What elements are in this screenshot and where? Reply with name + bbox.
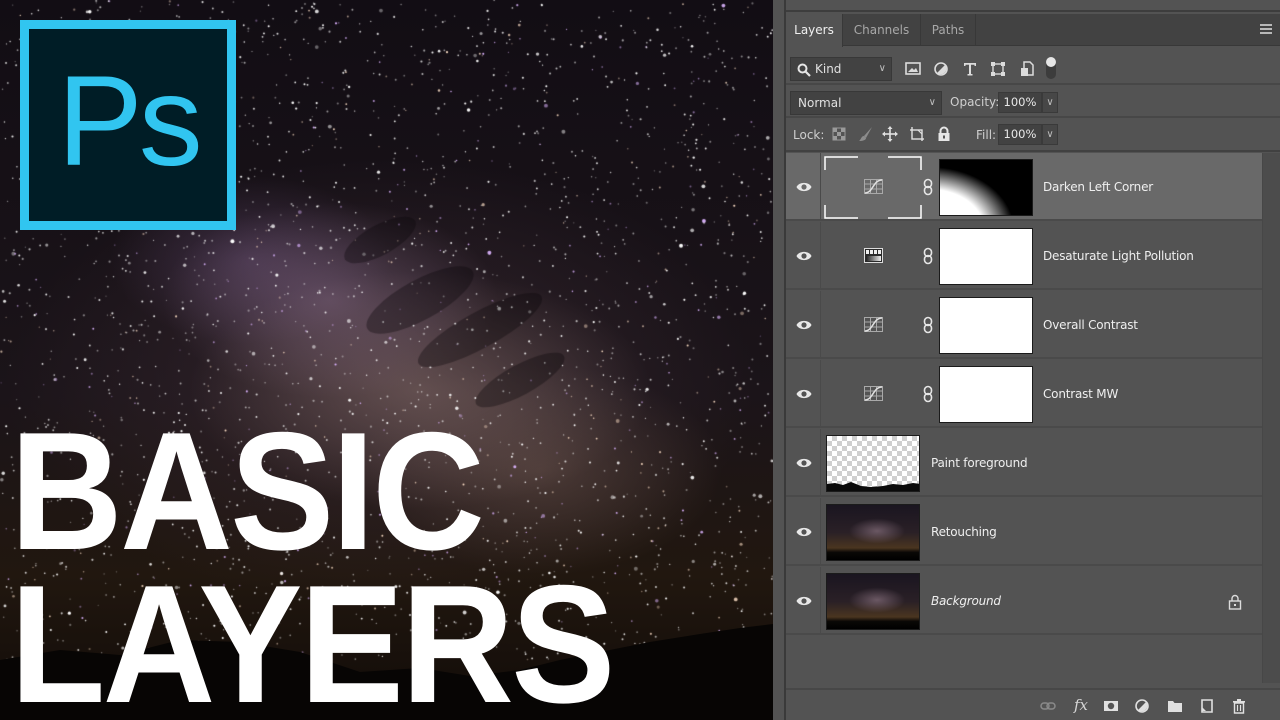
layer-style-fx-icon[interactable]: fx <box>1074 696 1088 714</box>
curves-adjustment-icon <box>864 317 883 332</box>
new-group-icon[interactable] <box>1167 698 1183 714</box>
layers-scrollbar[interactable] <box>1262 153 1280 683</box>
layer-mask-thumbnail[interactable] <box>939 159 1033 216</box>
chevron-down-icon: ∨ <box>928 97 936 108</box>
opacity-label: Opacity: <box>950 95 1000 109</box>
visibility-column <box>786 360 821 426</box>
visibility-column <box>786 291 821 357</box>
layer-mask-thumbnail[interactable] <box>939 366 1033 423</box>
curves-adjustment-icon <box>864 179 883 194</box>
title-line-layers: LAYERS <box>10 550 615 720</box>
blend-row: Normal ∨ Opacity: 100% ∨ <box>786 85 1280 118</box>
layer-name[interactable]: Overall Contrast <box>1043 318 1138 332</box>
add-mask-icon[interactable] <box>1103 698 1119 714</box>
night-sky-photo: Ps BASIC LAYERS <box>0 0 773 720</box>
tab-channels[interactable]: Channels <box>843 14 921 46</box>
layer-name[interactable]: Paint foreground <box>931 456 1028 470</box>
link-layers-icon[interactable] <box>1040 698 1056 714</box>
layer-name[interactable]: Contrast MW <box>1043 387 1118 401</box>
layer-name[interactable]: Darken Left Corner <box>1043 180 1153 194</box>
opacity-dropdown-button[interactable]: ∨ <box>1042 92 1058 113</box>
mask-link-icon[interactable] <box>923 316 933 334</box>
filter-toggle-icon[interactable] <box>1044 55 1058 81</box>
layer-thumbnail[interactable] <box>826 435 920 492</box>
fill-input[interactable]: 100% <box>998 124 1042 145</box>
curves-adjustment-icon <box>864 386 883 401</box>
eye-icon[interactable] <box>796 319 812 331</box>
layer-row-overall-contrast[interactable]: Overall Contrast <box>786 291 1262 359</box>
tab-layers[interactable]: Layers <box>786 14 843 47</box>
logo-text: Ps <box>57 50 202 193</box>
lock-image-pixels-icon[interactable] <box>858 126 874 142</box>
type-layer-filter-icon[interactable] <box>961 60 979 78</box>
lock-artboard-icon[interactable] <box>909 126 925 142</box>
layer-filter-row: Kind ∨ <box>786 47 1280 85</box>
adjustment-layer-filter-icon[interactable] <box>932 60 950 78</box>
eye-icon[interactable] <box>796 388 812 400</box>
visibility-column <box>786 498 821 564</box>
layer-mask-thumbnail[interactable] <box>939 297 1033 354</box>
pixel-layer-filter-icon[interactable] <box>904 60 922 78</box>
eye-icon[interactable] <box>796 457 812 469</box>
visibility-column <box>786 153 821 219</box>
layer-name[interactable]: Desaturate Light Pollution <box>1043 249 1194 263</box>
chevron-down-icon: ∨ <box>878 63 886 74</box>
mask-link-icon[interactable] <box>923 247 933 265</box>
layer-row-contrast-mw[interactable]: Contrast MW <box>786 360 1262 428</box>
eye-icon[interactable] <box>796 181 812 193</box>
visibility-column <box>786 222 821 288</box>
layers-panel: Layers Channels Paths Kind ∨ Normal ∨ Op… <box>786 0 1280 720</box>
layer-row-paint-foreground[interactable]: Paint foreground <box>786 429 1262 497</box>
eye-icon[interactable] <box>796 595 812 607</box>
panel-footer: fx <box>786 688 1280 720</box>
new-fill-adjustment-icon[interactable] <box>1134 698 1150 714</box>
panel-tab-bar: Layers Channels Paths <box>786 14 1280 47</box>
layer-thumbnail[interactable] <box>826 573 920 630</box>
search-icon <box>797 63 811 77</box>
panel-top-strip <box>786 0 1280 12</box>
layer-row-darken-left-corner[interactable]: Darken Left Corner <box>786 153 1262 221</box>
layer-lock-icon[interactable] <box>1228 594 1242 610</box>
blend-mode-dropdown[interactable]: Normal ∨ <box>790 91 942 115</box>
foreground-silhouette <box>827 482 919 491</box>
tab-paths[interactable]: Paths <box>921 14 976 46</box>
layer-row-background[interactable]: Background <box>786 567 1262 635</box>
layer-thumbnail[interactable] <box>826 504 920 561</box>
layer-mask-thumbnail[interactable] <box>939 228 1033 285</box>
layer-name[interactable]: Retouching <box>931 525 997 539</box>
filter-kind-label: Kind <box>815 62 842 76</box>
fill-label: Fill: <box>976 128 997 142</box>
photoshop-logo: Ps <box>20 20 236 230</box>
mask-link-icon[interactable] <box>923 178 933 196</box>
visibility-column <box>786 429 821 495</box>
smart-object-filter-icon[interactable] <box>1018 60 1036 78</box>
panel-gutter <box>773 0 786 720</box>
lock-transparent-pixels-icon[interactable] <box>831 126 847 142</box>
eye-icon[interactable] <box>796 526 812 538</box>
lock-row: Lock: Fill: 100% ∨ <box>786 118 1280 152</box>
layer-name[interactable]: Background <box>931 594 1001 608</box>
lock-all-icon[interactable] <box>936 126 952 142</box>
visibility-column <box>786 567 821 633</box>
lock-label: Lock: <box>793 128 825 142</box>
layer-row-retouching[interactable]: Retouching <box>786 498 1262 566</box>
filter-kind-dropdown[interactable]: Kind ∨ <box>790 57 892 81</box>
opacity-input[interactable]: 100% <box>998 92 1042 113</box>
mask-link-icon[interactable] <box>923 385 933 403</box>
shape-layer-filter-icon[interactable] <box>989 60 1007 78</box>
new-layer-icon[interactable] <box>1199 698 1215 714</box>
hue-saturation-adjustment-icon <box>864 248 883 263</box>
panel-menu-icon[interactable] <box>1260 24 1272 34</box>
fill-dropdown-button[interactable]: ∨ <box>1042 124 1058 145</box>
layer-row-desaturate-light-pollution[interactable]: Desaturate Light Pollution <box>786 222 1262 290</box>
eye-icon[interactable] <box>796 250 812 262</box>
lock-position-icon[interactable] <box>882 126 898 142</box>
delete-layer-icon[interactable] <box>1231 698 1247 714</box>
blend-mode-value: Normal <box>798 96 842 110</box>
